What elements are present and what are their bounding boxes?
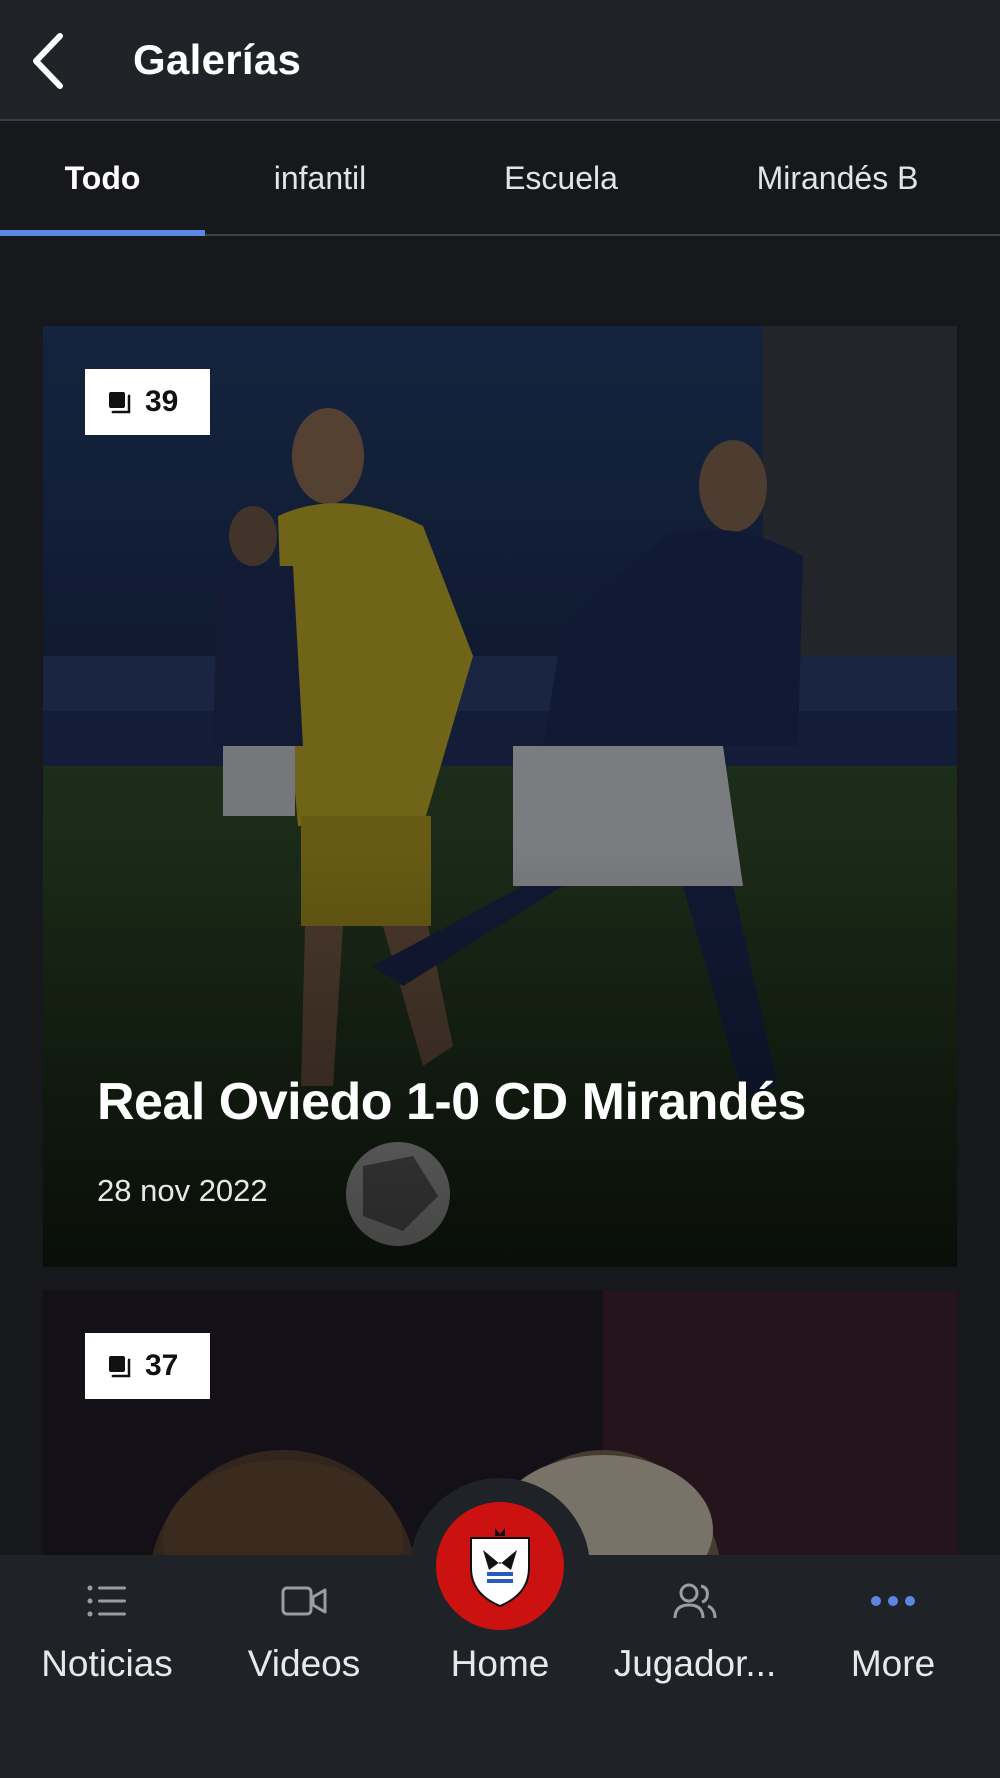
chevron-left-icon [33,33,63,89]
photo-count-badge: 37 [85,1333,210,1399]
home-button[interactable] [436,1502,564,1630]
video-camera-icon [280,1577,328,1625]
active-tab-indicator [0,230,205,236]
photos-icon [109,392,131,414]
back-button[interactable] [18,28,78,94]
nav-videos[interactable]: Videos [209,1555,399,1715]
tab-escuela[interactable]: Escuela [455,121,667,236]
tab-infantil[interactable]: infantil [220,121,420,236]
nav-noticias-label: Noticias [41,1643,173,1684]
photo-count: 37 [145,1349,179,1382]
photo-count-badge: 39 [85,369,210,435]
nav-home-label: Home [450,1643,550,1684]
nav-more-label: More [850,1643,936,1684]
nav-more[interactable]: More [798,1555,988,1715]
page-title: Galerías [133,36,302,83]
photo-count: 39 [145,385,179,418]
photos-icon [109,1356,131,1378]
nav-videos-label: Videos [247,1643,361,1684]
nav-jugadores[interactable]: Jugador... [600,1555,790,1715]
app-header: Galerías [0,0,1000,121]
gallery-date: 28 nov 2022 [97,1173,268,1208]
tab-todo[interactable]: Todo [0,121,205,236]
more-dots-icon [869,1577,917,1625]
gallery-tabs: Todo infantil Escuela Mirandés B [0,121,1000,236]
gallery-title: Real Oviedo 1-0 CD Mirandés [97,1073,806,1131]
nav-jugadores-label: Jugador... [613,1643,777,1684]
tab-mirandes-b[interactable]: Mirandés B [700,121,975,236]
gallery-card[interactable]: 39 Real Oviedo 1-0 CD Mirandés 28 nov 20… [43,326,957,1267]
list-icon [83,1577,131,1625]
club-crest-icon [470,1528,530,1608]
nav-noticias[interactable]: Noticias [12,1555,202,1715]
users-icon [671,1577,719,1625]
